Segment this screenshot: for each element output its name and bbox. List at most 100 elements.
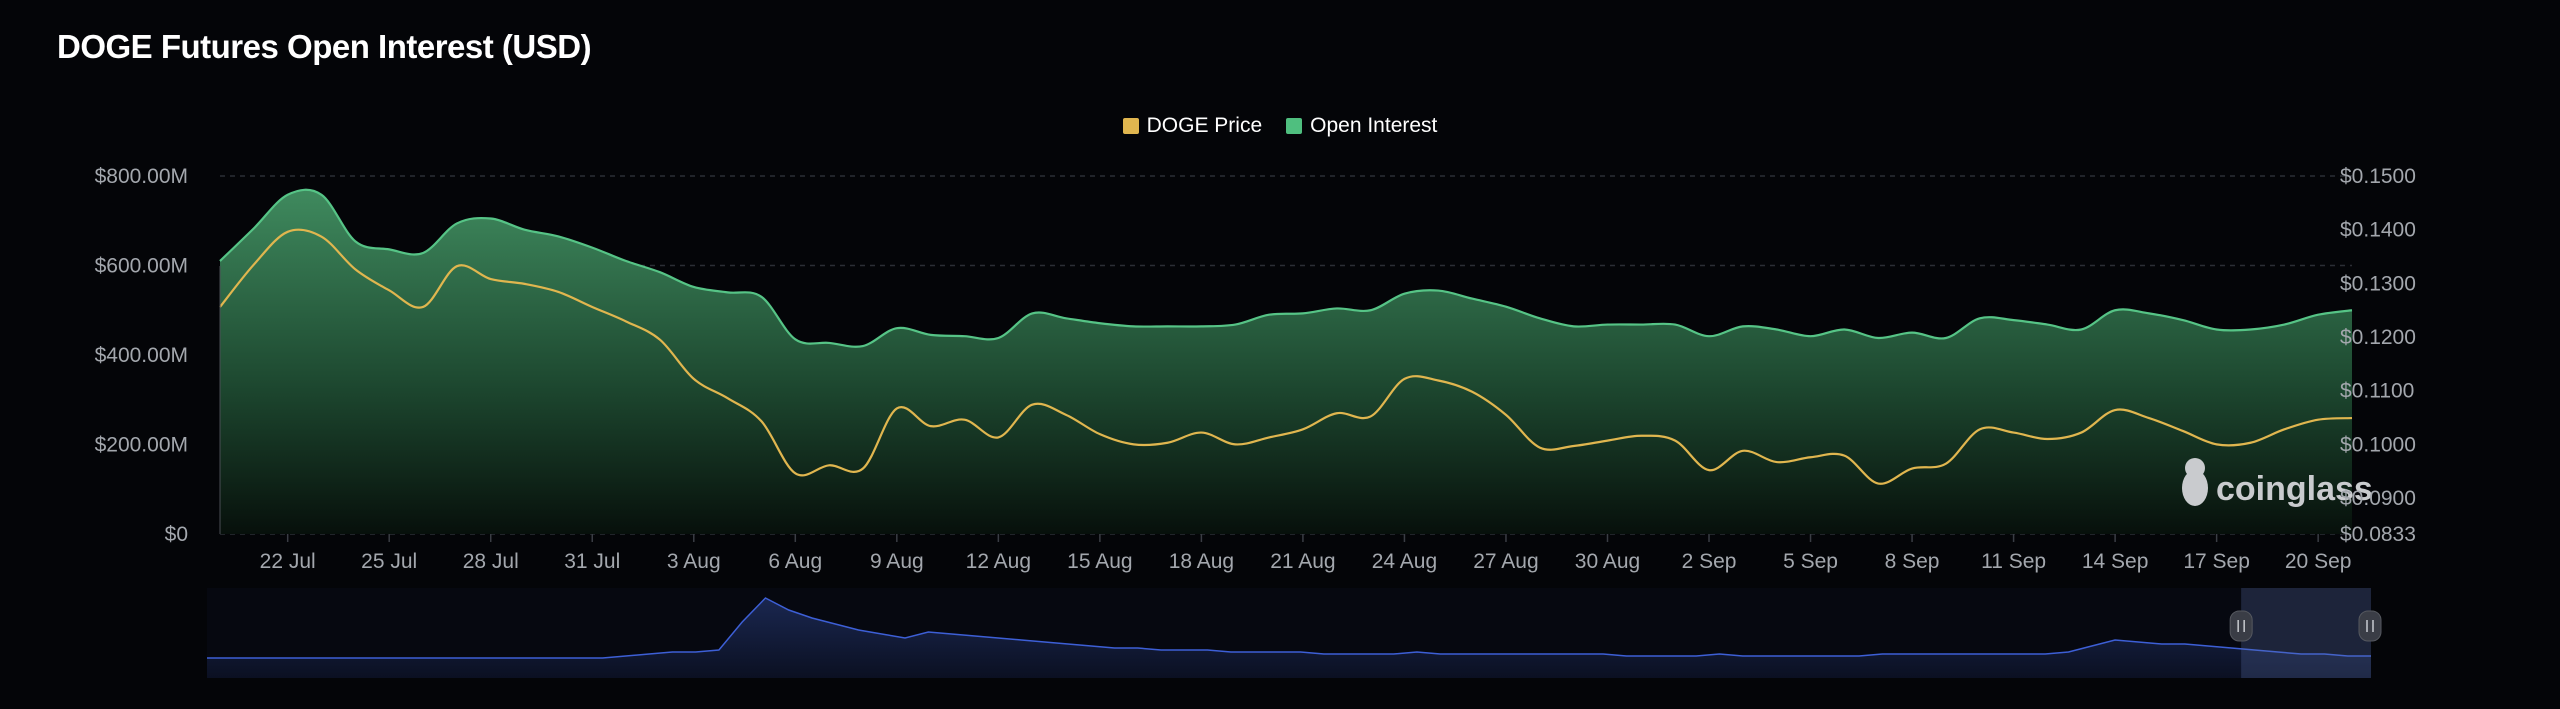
- doge-price-point: [792, 470, 798, 476]
- x-tick-label: 6 Aug: [768, 550, 822, 573]
- open-interest-point: [1334, 305, 1340, 311]
- open-interest-point: [352, 238, 358, 244]
- doge-price-point: [488, 276, 494, 282]
- handle-body[interactable]: [2229, 610, 2253, 642]
- y-left-tick-label: $600.00M: [95, 255, 188, 278]
- chart-canvas: coinglass $0$200.00M$400.00M$600.00M$800…: [95, 165, 2416, 678]
- doge-price-point: [386, 287, 392, 293]
- open-interest-point: [1875, 335, 1881, 341]
- open-interest-point: [217, 258, 223, 264]
- doge-price-point: [1943, 461, 1949, 467]
- handle-body[interactable]: [2358, 610, 2382, 642]
- open-interest-point: [386, 246, 392, 252]
- doge-price-point: [1875, 481, 1881, 487]
- open-interest-point: [995, 335, 1001, 341]
- open-interest-point: [1571, 323, 1577, 329]
- doge-price-point: [589, 304, 595, 310]
- doge-price-point: [826, 462, 832, 468]
- x-tick-label: 21 Aug: [1270, 550, 1335, 573]
- doge-price-point: [1368, 413, 1374, 419]
- x-tick-label: 2 Sep: [1682, 550, 1737, 573]
- open-interest-point: [420, 250, 426, 256]
- doge-price-point: [1029, 402, 1035, 408]
- open-interest-point: [589, 245, 595, 251]
- x-tick-label: 8 Sep: [1885, 550, 1940, 573]
- open-interest-point: [1300, 310, 1306, 316]
- doge-price-point: [1672, 438, 1678, 444]
- navigator[interactable]: [207, 588, 2382, 678]
- open-interest-point: [1029, 310, 1035, 316]
- open-interest-point: [454, 220, 460, 226]
- open-interest-point: [319, 192, 325, 198]
- doge-price-point: [2281, 426, 2287, 432]
- navigator-left-handle[interactable]: [2229, 610, 2253, 642]
- doge-price-point: [1537, 445, 1543, 451]
- open-interest-point: [2315, 312, 2321, 318]
- y-right-tick-label: $0.1400: [2340, 219, 2416, 242]
- open-interest-point: [1841, 326, 1847, 332]
- open-interest-point: [1774, 326, 1780, 332]
- y-left-tick-label: $0: [165, 523, 188, 546]
- open-interest-point: [251, 225, 257, 231]
- doge-price-point: [1706, 467, 1712, 473]
- open-interest-point: [1266, 312, 1272, 318]
- doge-price-point: [2146, 415, 2152, 421]
- x-tick-label: 15 Aug: [1067, 550, 1132, 573]
- doge-price-point: [691, 376, 697, 382]
- x-tick-label: 9 Aug: [870, 550, 924, 573]
- doge-price-point: [454, 263, 460, 269]
- doge-price-point: [1334, 410, 1340, 416]
- doge-price-point: [1435, 377, 1441, 383]
- open-interest-point: [1368, 307, 1374, 313]
- x-tick-label: 5 Sep: [1783, 550, 1838, 573]
- x-tick-label: 17 Sep: [2183, 550, 2250, 573]
- open-interest-point: [691, 284, 697, 290]
- x-tick-label: 30 Aug: [1575, 550, 1640, 573]
- x-tick-label: 20 Sep: [2285, 550, 2352, 573]
- navigator-selection[interactable]: [2241, 588, 2371, 678]
- open-interest-point: [1604, 322, 1610, 328]
- open-interest-point: [1638, 322, 1644, 328]
- y-left-tick-label: $400.00M: [95, 344, 188, 367]
- doge-price-point: [860, 466, 866, 472]
- doge-price-point: [1740, 448, 1746, 454]
- doge-price-point: [2315, 417, 2321, 423]
- open-interest-point: [2112, 307, 2118, 313]
- navigator-right-handle[interactable]: [2358, 610, 2382, 642]
- doge-price-point: [1571, 443, 1577, 449]
- open-interest-point: [657, 269, 663, 275]
- doge-price-point: [2078, 430, 2084, 436]
- open-interest-point: [1909, 330, 1915, 336]
- open-interest-point: [2247, 326, 2253, 332]
- open-interest-point: [1503, 304, 1509, 310]
- x-tick-label: 3 Aug: [667, 550, 721, 573]
- doge-price-point: [2044, 436, 2050, 442]
- open-interest-point: [555, 233, 561, 239]
- doge-price-point: [2112, 407, 2118, 413]
- open-interest-point: [1198, 323, 1204, 329]
- open-interest-point: [758, 294, 764, 300]
- doge-price-point: [2247, 440, 2253, 446]
- y-right-tick-label: $0.1300: [2340, 272, 2416, 295]
- open-interest-point: [860, 343, 866, 349]
- doge-price-point: [1604, 438, 1610, 444]
- open-interest-point: [1977, 315, 1983, 321]
- open-interest-point: [1097, 320, 1103, 326]
- x-tick-label: 14 Sep: [2082, 550, 2149, 573]
- open-interest-point: [962, 333, 968, 339]
- open-interest-point: [488, 216, 494, 222]
- doge-price-point: [285, 229, 291, 235]
- open-interest-point: [725, 289, 731, 295]
- open-interest-point: [1943, 335, 1949, 341]
- doge-price-point: [1909, 466, 1915, 472]
- doge-price-point: [1841, 453, 1847, 459]
- doge-price-point: [894, 405, 900, 411]
- open-interest-point: [2180, 317, 2186, 323]
- doge-price-point: [1469, 389, 1475, 395]
- doge-price-point: [657, 337, 663, 343]
- x-tick-label: 18 Aug: [1169, 550, 1234, 573]
- open-interest-point: [285, 192, 291, 198]
- x-tick-label: 22 Jul: [260, 550, 316, 573]
- doge-price-point: [251, 262, 257, 268]
- doge-price-point: [420, 304, 426, 310]
